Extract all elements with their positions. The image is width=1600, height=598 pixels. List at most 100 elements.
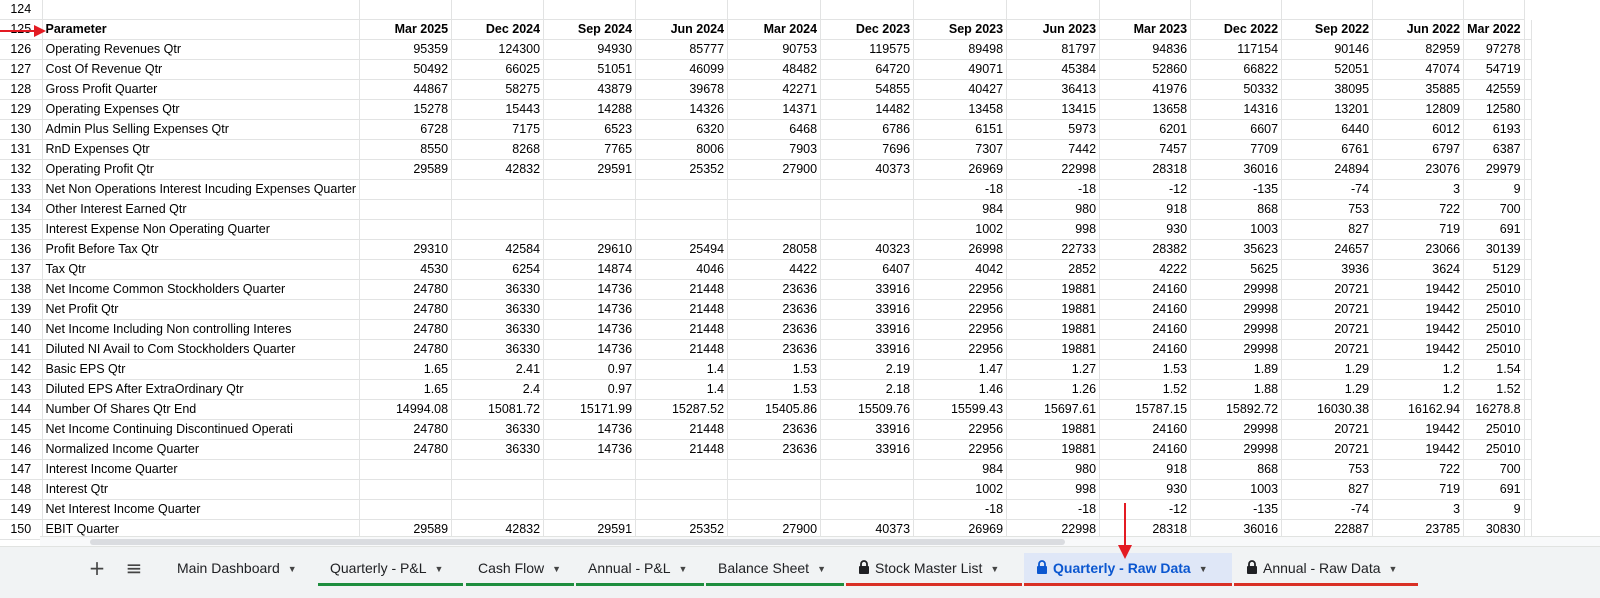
value-cell[interactable]: 24160 xyxy=(1099,339,1192,361)
cell[interactable] xyxy=(1099,0,1192,21)
value-cell[interactable]: 16030.38 xyxy=(1281,399,1374,421)
value-cell[interactable] xyxy=(543,479,637,501)
value-cell[interactable]: 1.26 xyxy=(1006,379,1101,401)
value-cell[interactable]: 25010 xyxy=(1463,339,1525,361)
cell[interactable] xyxy=(42,0,361,21)
value-cell[interactable]: 54855 xyxy=(820,79,915,101)
value-cell[interactable]: 50332 xyxy=(1190,79,1283,101)
row-number[interactable]: 127 xyxy=(0,59,43,81)
value-cell[interactable]: 4422 xyxy=(727,259,822,281)
row-label-cell[interactable]: Interest Qtr xyxy=(42,479,361,501)
value-cell[interactable]: 14736 xyxy=(543,279,637,301)
row-label-cell[interactable]: Diluted EPS After ExtraOrdinary Qtr xyxy=(42,379,361,401)
value-cell[interactable]: 52051 xyxy=(1281,59,1374,81)
value-cell[interactable] xyxy=(359,219,453,241)
value-cell[interactable]: 1002 xyxy=(913,219,1008,241)
value-cell[interactable]: 36330 xyxy=(451,419,545,441)
sheet-tab[interactable]: Main Dashboard ▼ xyxy=(165,553,313,583)
value-cell[interactable]: 40427 xyxy=(913,79,1008,101)
value-cell[interactable]: 7442 xyxy=(1006,139,1101,161)
value-cell[interactable]: 6254 xyxy=(451,259,545,281)
dropdown-caret-icon[interactable]: ▼ xyxy=(288,554,297,584)
value-cell[interactable]: 15599.43 xyxy=(913,399,1008,421)
value-cell[interactable]: 868 xyxy=(1190,459,1283,481)
value-cell[interactable]: 918 xyxy=(1099,199,1192,221)
value-cell[interactable] xyxy=(727,499,822,521)
row-number[interactable]: 147 xyxy=(0,459,43,481)
row-number[interactable]: 124 xyxy=(0,0,43,21)
value-cell[interactable]: 6407 xyxy=(820,259,915,281)
value-cell[interactable]: 15081.72 xyxy=(451,399,545,421)
row-number[interactable]: 140 xyxy=(0,319,43,341)
sheet-tab[interactable]: Cash Flow ▼ xyxy=(466,553,574,586)
value-cell[interactable]: -18 xyxy=(913,179,1008,201)
dropdown-caret-icon[interactable]: ▼ xyxy=(990,554,999,584)
column-header[interactable]: Sep 2022 xyxy=(1281,19,1374,41)
value-cell[interactable]: 52860 xyxy=(1099,59,1192,81)
value-cell[interactable]: 19881 xyxy=(1006,419,1101,441)
value-cell[interactable]: 94836 xyxy=(1099,39,1192,61)
value-cell[interactable] xyxy=(727,219,822,241)
value-cell[interactable]: 16278.8 xyxy=(1463,399,1525,421)
value-cell[interactable]: 20721 xyxy=(1281,339,1374,361)
value-cell[interactable]: 6468 xyxy=(727,119,822,141)
row-label-cell[interactable]: Interest Income Quarter xyxy=(42,459,361,481)
value-cell[interactable]: 1003 xyxy=(1190,479,1283,501)
value-cell[interactable]: -74 xyxy=(1281,179,1374,201)
value-cell[interactable]: 6761 xyxy=(1281,139,1374,161)
value-cell[interactable]: 8006 xyxy=(635,139,729,161)
value-cell[interactable]: 5625 xyxy=(1190,259,1283,281)
value-cell[interactable]: 29998 xyxy=(1190,419,1283,441)
cell[interactable] xyxy=(1190,0,1283,21)
row-label-cell[interactable]: Net Income Continuing Discontinued Opera… xyxy=(42,419,361,441)
value-cell[interactable]: 6387 xyxy=(1463,139,1525,161)
value-cell[interactable]: 6523 xyxy=(543,119,637,141)
value-cell[interactable]: 24894 xyxy=(1281,159,1374,181)
row-label-cell[interactable]: Net Profit Qtr xyxy=(42,299,361,321)
value-cell[interactable]: 753 xyxy=(1281,459,1374,481)
value-cell[interactable]: 13415 xyxy=(1006,99,1101,121)
value-cell[interactable]: 15405.86 xyxy=(727,399,822,421)
cell[interactable] xyxy=(1524,119,1532,141)
value-cell[interactable]: 7457 xyxy=(1099,139,1192,161)
dropdown-caret-icon[interactable]: ▼ xyxy=(817,554,826,584)
value-cell[interactable]: 6012 xyxy=(1372,119,1465,141)
value-cell[interactable] xyxy=(820,179,915,201)
value-cell[interactable]: 22956 xyxy=(913,339,1008,361)
value-cell[interactable]: 1.52 xyxy=(1099,379,1192,401)
value-cell[interactable]: 19881 xyxy=(1006,339,1101,361)
value-cell[interactable]: 691 xyxy=(1463,479,1525,501)
value-cell[interactable]: 23636 xyxy=(727,299,822,321)
value-cell[interactable]: 827 xyxy=(1281,479,1374,501)
value-cell[interactable]: 50492 xyxy=(359,59,453,81)
row-number[interactable]: 131 xyxy=(0,139,43,161)
value-cell[interactable]: 4046 xyxy=(635,259,729,281)
value-cell[interactable]: 827 xyxy=(1281,219,1374,241)
value-cell[interactable]: 19881 xyxy=(1006,439,1101,461)
value-cell[interactable]: 42559 xyxy=(1463,79,1525,101)
value-cell[interactable]: 28058 xyxy=(727,239,822,261)
value-cell[interactable]: 26969 xyxy=(913,159,1008,181)
value-cell[interactable] xyxy=(451,179,545,201)
value-cell[interactable]: 19442 xyxy=(1372,339,1465,361)
value-cell[interactable]: 4222 xyxy=(1099,259,1192,281)
value-cell[interactable] xyxy=(543,499,637,521)
value-cell[interactable]: 14736 xyxy=(543,319,637,341)
cell[interactable] xyxy=(1524,279,1532,301)
value-cell[interactable] xyxy=(820,459,915,481)
row-number[interactable]: 145 xyxy=(0,419,43,441)
value-cell[interactable]: 14736 xyxy=(543,419,637,441)
row-label-cell[interactable]: Cost Of Revenue Qtr xyxy=(42,59,361,81)
value-cell[interactable]: 19442 xyxy=(1372,419,1465,441)
value-cell[interactable]: 36330 xyxy=(451,299,545,321)
value-cell[interactable] xyxy=(359,179,453,201)
row-number[interactable]: 134 xyxy=(0,199,43,221)
value-cell[interactable]: 998 xyxy=(1006,479,1101,501)
value-cell[interactable]: 3624 xyxy=(1372,259,1465,281)
sheet-tab[interactable]: Annual - Raw Data ▼ xyxy=(1234,553,1418,586)
dropdown-caret-icon[interactable]: ▼ xyxy=(434,554,443,584)
value-cell[interactable]: 7696 xyxy=(820,139,915,161)
row-label-cell[interactable]: RnD Expenses Qtr xyxy=(42,139,361,161)
value-cell[interactable]: 25010 xyxy=(1463,279,1525,301)
row-number[interactable]: 142 xyxy=(0,359,43,381)
